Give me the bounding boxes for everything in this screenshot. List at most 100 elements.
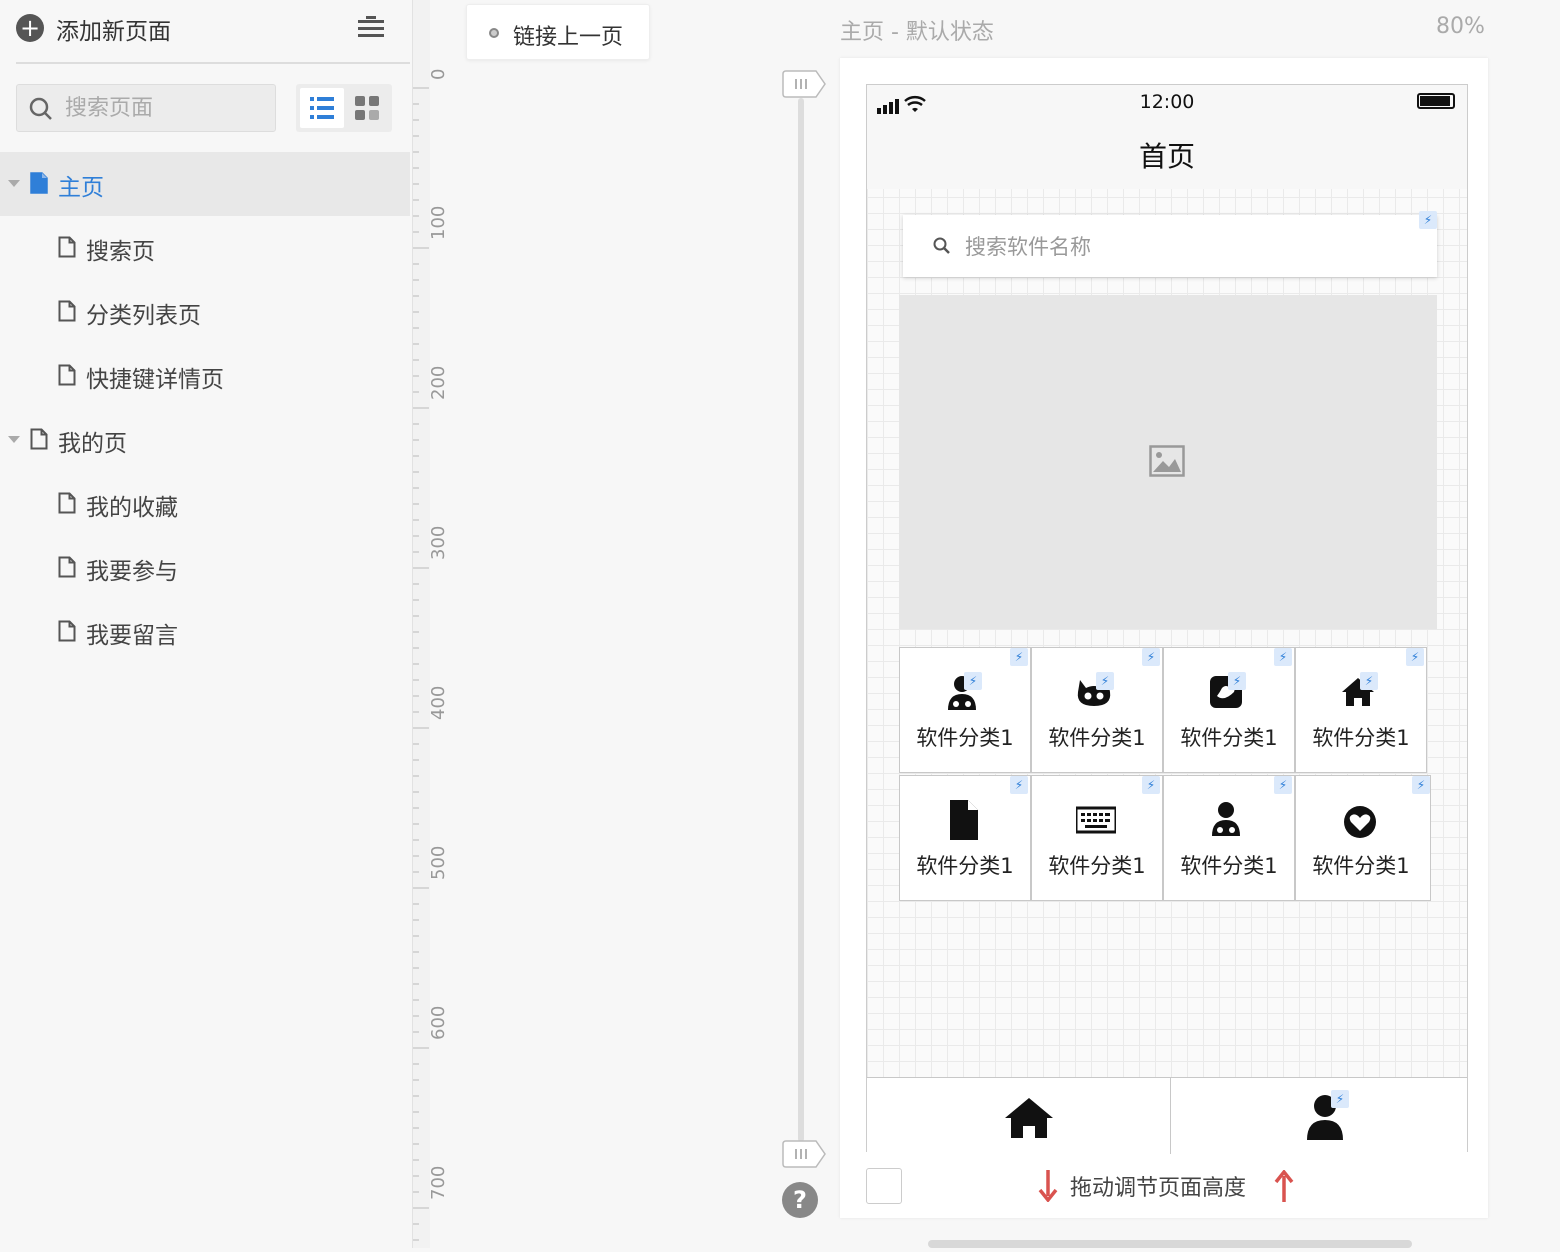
- tree-item-label: 主页: [58, 175, 104, 201]
- file-outline-icon: [58, 364, 76, 386]
- keyboard-icon: [1076, 806, 1116, 834]
- tree-item-home[interactable]: 主页: [0, 152, 410, 216]
- page-tree: 主页 搜索页 分类列表页 快捷键详情页 我的页 我的收藏 我要参与 我要留言: [0, 152, 410, 664]
- list-view-icon: [310, 97, 334, 119]
- ruler-label: 700: [428, 1165, 449, 1200]
- category-label: 软件分类1: [1180, 726, 1278, 750]
- caret-down-icon[interactable]: [8, 436, 20, 443]
- category-label: 软件分类1: [1048, 726, 1146, 750]
- interaction-bolt-icon[interactable]: ⚡: [1274, 776, 1292, 794]
- interaction-bolt-icon[interactable]: ⚡: [1010, 776, 1028, 794]
- search-placeholder: 搜索软件名称: [965, 235, 1091, 259]
- ruler-label: 500: [428, 845, 449, 880]
- list-view-button[interactable]: [300, 88, 344, 128]
- tree-item-label: 快捷键详情页: [86, 367, 224, 393]
- tree-item-shortcut-detail[interactable]: 快捷键详情页: [0, 344, 410, 408]
- interaction-bolt-icon[interactable]: ⚡: [1010, 648, 1028, 666]
- bottom-tab-bar: ⚡: [867, 1077, 1467, 1154]
- interaction-bolt-icon[interactable]: ⚡: [1228, 672, 1246, 690]
- slider-handle-bottom[interactable]: [782, 1140, 826, 1168]
- tree-item-search[interactable]: 搜索页: [0, 216, 410, 280]
- arrow-down-icon: [1038, 1170, 1058, 1202]
- ruler-label: 100: [428, 205, 449, 240]
- interaction-bolt-icon[interactable]: ⚡: [1142, 648, 1160, 666]
- category-cell[interactable]: ⚡ 软件分类1: [899, 775, 1031, 901]
- file-outline-icon: [58, 620, 76, 642]
- tree-item-label: 搜索页: [86, 239, 155, 265]
- interaction-bolt-icon[interactable]: ⚡: [1412, 776, 1430, 794]
- file-icon: [950, 800, 978, 840]
- category-cell[interactable]: ⚡ 软件分类1: [1295, 775, 1431, 901]
- search-icon: [29, 97, 52, 120]
- file-outline-icon: [30, 428, 48, 450]
- collapse-menu-icon[interactable]: [358, 16, 384, 40]
- category-cell[interactable]: ⚡ 软件分类1: [1163, 775, 1295, 901]
- tree-item-label: 分类列表页: [86, 303, 201, 329]
- grid-view-icon: [355, 96, 379, 120]
- tree-item-category-list[interactable]: 分类列表页: [0, 280, 410, 344]
- category-label: 软件分类1: [1312, 726, 1410, 750]
- help-icon[interactable]: ?: [782, 1182, 818, 1218]
- add-circle-icon[interactable]: +: [16, 14, 44, 42]
- interaction-bolt-icon[interactable]: ⚡: [1360, 672, 1378, 690]
- height-slider-track[interactable]: [798, 98, 804, 1142]
- ruler-label: 600: [428, 1005, 449, 1040]
- tree-item-participate[interactable]: 我要参与: [0, 536, 410, 600]
- ruler-ticks: [413, 87, 429, 1241]
- category-label: 软件分类1: [916, 854, 1014, 878]
- phone-mockup: 12:00 首页 搜索软件名称 ⚡ ⚡ ⚡ 软件分类1 ⚡ ⚡ 软件分类1 ⚡ …: [866, 84, 1468, 1154]
- category-label: 软件分类1: [1048, 854, 1146, 878]
- tab-profile[interactable]: ⚡: [1171, 1078, 1467, 1154]
- category-label: 软件分类1: [1180, 854, 1278, 878]
- tree-item-label: 我的收藏: [86, 495, 178, 521]
- software-search-bar[interactable]: 搜索软件名称 ⚡: [903, 211, 1437, 277]
- interaction-bolt-icon[interactable]: ⚡: [1142, 776, 1160, 794]
- status-time: 12:00: [1139, 91, 1195, 113]
- slider-handle-top[interactable]: [782, 70, 826, 98]
- tab-home[interactable]: [867, 1078, 1171, 1154]
- tree-item-my-page[interactable]: 我的页: [0, 408, 410, 472]
- grid-view-button[interactable]: [348, 88, 388, 128]
- vertical-ruler: [412, 0, 430, 1248]
- category-cell[interactable]: ⚡ ⚡ 软件分类1: [1295, 647, 1427, 773]
- drag-height-hint: 拖动调节页面高度: [1070, 1176, 1247, 1201]
- canvas-page-title: 主页 - 默认状态: [840, 20, 994, 45]
- interaction-bolt-icon[interactable]: ⚡: [1419, 211, 1437, 229]
- category-label: 软件分类1: [916, 726, 1014, 750]
- home-icon: [1005, 1098, 1053, 1138]
- interaction-bolt-icon[interactable]: ⚡: [1274, 648, 1292, 666]
- heart-circle-icon: [1344, 806, 1376, 838]
- page-search[interactable]: [16, 84, 276, 132]
- category-cell[interactable]: ⚡ ⚡ 软件分类1: [899, 647, 1031, 773]
- ruler-label: 200: [428, 365, 449, 400]
- interaction-bolt-icon[interactable]: ⚡: [964, 672, 982, 690]
- interaction-bolt-icon[interactable]: ⚡: [1096, 672, 1114, 690]
- interaction-bolt-icon[interactable]: ⚡: [1406, 648, 1424, 666]
- caret-down-icon[interactable]: [8, 180, 20, 187]
- file-outline-icon: [58, 492, 76, 514]
- file-outline-icon: [58, 300, 76, 322]
- tree-item-label: 我的页: [58, 431, 127, 457]
- link-previous-page-button[interactable]: 链接上一页: [466, 4, 650, 60]
- nav-title: 首页: [1138, 140, 1195, 173]
- file-outline-icon: [58, 236, 76, 258]
- category-cell[interactable]: ⚡ ⚡ 软件分类1: [1031, 647, 1163, 773]
- view-toggle: [296, 84, 392, 132]
- add-page-button[interactable]: 添加新页面: [56, 12, 171, 46]
- category-cell[interactable]: ⚡ ⚡ 软件分类1: [1163, 647, 1295, 773]
- sidebar-divider: [16, 62, 410, 64]
- interaction-bolt-icon[interactable]: ⚡: [1331, 1090, 1349, 1108]
- image-icon: [1149, 445, 1185, 477]
- tree-item-label: 我要留言: [86, 623, 178, 649]
- page-sidebar: + 添加新页面 搜索页面 主页 搜索页 分类列表页 快捷键详情页 我的页 我的收…: [0, 0, 410, 1248]
- page-search-input[interactable]: [65, 93, 265, 123]
- tree-item-leave-message[interactable]: 我要留言: [0, 600, 410, 664]
- banner-image-placeholder[interactable]: [899, 295, 1437, 629]
- adaptive-checkbox[interactable]: [866, 1168, 902, 1204]
- zoom-level[interactable]: 80%: [1436, 14, 1485, 39]
- tree-item-label: 我要参与: [86, 559, 178, 585]
- arrow-up-icon: [1274, 1170, 1294, 1202]
- horizontal-scrollbar[interactable]: [928, 1240, 1412, 1248]
- tree-item-favorites[interactable]: 我的收藏: [0, 472, 410, 536]
- category-cell[interactable]: ⚡ 软件分类1: [1031, 775, 1163, 901]
